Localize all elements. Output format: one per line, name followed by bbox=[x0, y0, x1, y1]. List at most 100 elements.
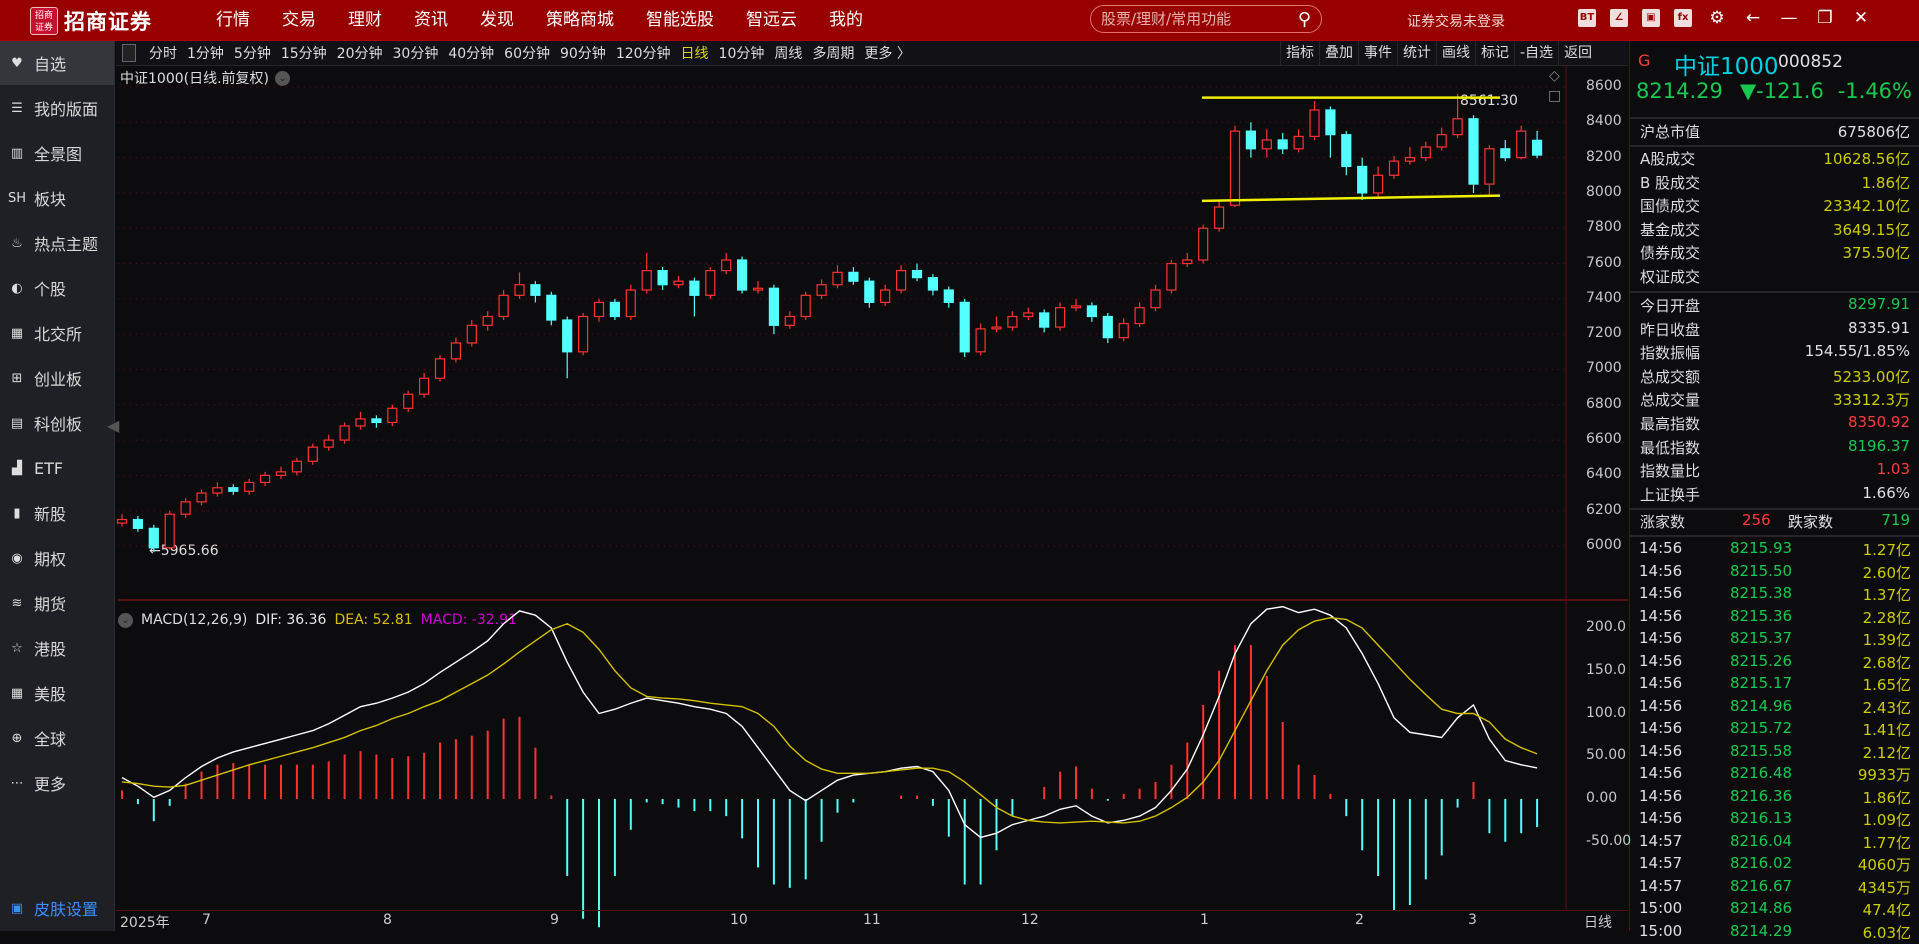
login-status[interactable]: 证券交易未登录 bbox=[1407, 11, 1505, 31]
sidebar-item[interactable]: ♨ 热点主题 bbox=[0, 221, 114, 265]
chart-tool-button[interactable]: 指标 bbox=[1280, 41, 1319, 66]
brand-logo[interactable]: 招商 证券 招商证券 bbox=[30, 6, 152, 36]
nav-item[interactable]: 理财 bbox=[332, 0, 398, 41]
candle-up bbox=[1261, 139, 1272, 150]
down-count: 719 bbox=[1881, 511, 1910, 529]
tick-price: 8216.04 bbox=[1730, 831, 1793, 850]
sidebar-item[interactable]: ☰ 我的版面 bbox=[0, 86, 114, 130]
stat-value: 3649.15亿 bbox=[1832, 220, 1910, 239]
sidebar-item[interactable]: ☆ 港股 bbox=[0, 626, 114, 670]
chevron-down-icon[interactable]: ⌄ bbox=[275, 70, 291, 86]
period-tab[interactable]: 60分钟 bbox=[499, 43, 555, 63]
chart-tool-button[interactable]: 统计 bbox=[1397, 41, 1436, 66]
period-tab[interactable]: 1分钟 bbox=[182, 43, 229, 63]
candle-up bbox=[180, 501, 191, 515]
candle-up bbox=[450, 342, 461, 360]
period-tab[interactable]: 10分钟 bbox=[714, 43, 770, 63]
nav-item[interactable]: 交易 bbox=[266, 0, 332, 41]
chart-tool-button[interactable]: 标记 bbox=[1475, 41, 1514, 66]
stat-value: 23342.10亿 bbox=[1823, 197, 1910, 216]
cube-icon[interactable]: ▣ bbox=[1642, 9, 1660, 27]
sidebar-item[interactable]: ▟ ETF bbox=[0, 446, 114, 490]
back-arrow-icon[interactable]: ← bbox=[1742, 8, 1764, 28]
close-icon[interactable]: ✕ bbox=[1850, 8, 1872, 28]
tick-volume: 1.09亿 bbox=[1862, 811, 1911, 829]
period-tab[interactable]: 周线 bbox=[769, 43, 807, 63]
candle-down bbox=[1531, 139, 1543, 156]
fire-icon: ♨ bbox=[11, 235, 23, 251]
sidebar-item[interactable]: ⋯ 更多 bbox=[0, 761, 114, 805]
nav-item[interactable]: 我的 bbox=[813, 0, 879, 41]
skin-settings-button[interactable]: ▣ 皮肤设置 bbox=[0, 886, 114, 930]
candle-down bbox=[609, 301, 621, 318]
chart-tool-button[interactable]: -自选 bbox=[1514, 41, 1558, 66]
chevron-down-icon[interactable]: ⌄ bbox=[118, 612, 133, 628]
sidebar-item[interactable]: ◐ 个股 bbox=[0, 266, 114, 310]
trade-box-icon[interactable]: BT bbox=[1578, 9, 1596, 27]
square-icon[interactable]: □ bbox=[1548, 88, 1561, 104]
sidebar-item[interactable]: SH 板块 bbox=[0, 176, 114, 220]
sidebar-item[interactable]: ▥ 全景图 bbox=[0, 131, 114, 175]
flag: G bbox=[1638, 51, 1651, 70]
period-tab[interactable]: 90分钟 bbox=[555, 43, 611, 63]
nav-item[interactable]: 发现 bbox=[464, 0, 530, 41]
nav-item[interactable]: 智远云 bbox=[730, 0, 813, 41]
up-count: 256 bbox=[1742, 511, 1771, 529]
period-tab[interactable]: 更多 〉 bbox=[859, 43, 915, 63]
layout-toggle-button[interactable] bbox=[122, 44, 136, 62]
chart-tool-button[interactable]: 事件 bbox=[1358, 41, 1397, 66]
tick-row: 14:56 8215.37 1.39亿 bbox=[1630, 629, 1919, 651]
sidebar-item[interactable]: ▦ 北交所 bbox=[0, 311, 114, 355]
sidebar-item[interactable]: ≋ 期货 bbox=[0, 581, 114, 625]
chinext-icon: ⊞ bbox=[11, 370, 23, 386]
search-box[interactable]: ⚲ bbox=[1090, 5, 1322, 33]
window-controls: BT ∠ ▣ fx ⚙ ← — ❐ ✕ bbox=[1578, 8, 1872, 28]
sidebar-item[interactable]: ▤ 科创板 bbox=[0, 401, 114, 445]
tick-row: 14:56 8215.72 1.41亿 bbox=[1630, 719, 1919, 741]
divider bbox=[1630, 291, 1919, 293]
candle-up bbox=[434, 358, 446, 379]
period-tab[interactable]: 日线 bbox=[676, 43, 714, 63]
search-icon[interactable]: ⚲ bbox=[1298, 9, 1311, 30]
tick-volume: 1.77亿 bbox=[1862, 833, 1911, 852]
chart-tool-button[interactable]: 返回 bbox=[1558, 41, 1597, 66]
edit-box-icon[interactable]: ∠ bbox=[1610, 9, 1628, 27]
tick-time: 14:56 bbox=[1639, 719, 1683, 737]
period-tab[interactable]: 15分钟 bbox=[276, 43, 332, 63]
nav-item[interactable]: 行情 bbox=[200, 0, 266, 41]
candle-down bbox=[736, 259, 748, 291]
diamond-icon[interactable]: ◇ bbox=[1549, 68, 1560, 84]
nav-item[interactable]: 资讯 bbox=[398, 0, 464, 41]
period-tab[interactable]: 分时 bbox=[144, 43, 182, 63]
period-tab[interactable]: 20分钟 bbox=[332, 43, 388, 63]
candle-up bbox=[291, 460, 302, 473]
restore-icon[interactable]: ❐ bbox=[1814, 8, 1836, 28]
period-tab[interactable]: 5分钟 bbox=[229, 43, 276, 63]
sidebar-item[interactable]: ▮ 新股 bbox=[0, 491, 114, 535]
chart-tool-button[interactable]: 画线 bbox=[1436, 41, 1475, 66]
candle-down bbox=[864, 280, 875, 303]
minimize-icon[interactable]: — bbox=[1778, 8, 1800, 28]
price-tick-label: 7600 bbox=[1586, 254, 1622, 271]
sidebar-item[interactable]: ◉ 期权 bbox=[0, 536, 114, 580]
sidebar-item[interactable]: ▦ 美股 bbox=[0, 671, 114, 715]
sidebar-item[interactable]: ⊕ 全球 bbox=[0, 716, 114, 760]
sidebar-item[interactable]: ⊞ 创业板 bbox=[0, 356, 114, 400]
nav-item[interactable]: 策略商城 bbox=[530, 0, 630, 41]
month-label: 8 bbox=[383, 912, 392, 928]
candle-down bbox=[562, 319, 573, 353]
stat-value: 675806亿 bbox=[1837, 123, 1910, 141]
nav-item[interactable]: 智能选股 bbox=[630, 0, 730, 41]
period-tab[interactable]: 多周期 bbox=[807, 43, 859, 63]
period-tab[interactable]: 30分钟 bbox=[388, 43, 444, 63]
tick-volume: 4060万 bbox=[1857, 856, 1911, 874]
sidebar-item[interactable]: ♥ 自选 bbox=[0, 41, 114, 85]
gear-icon[interactable]: ⚙ bbox=[1706, 8, 1728, 28]
candle-up bbox=[1484, 148, 1495, 185]
chart-tool-button[interactable]: 叠加 bbox=[1319, 41, 1358, 66]
period-tab[interactable]: 120分钟 bbox=[611, 43, 676, 63]
period-tab[interactable]: 40分钟 bbox=[443, 43, 499, 63]
fx-box-icon[interactable]: fx bbox=[1674, 9, 1692, 27]
search-input[interactable] bbox=[1101, 10, 1281, 28]
tick-time: 14:57 bbox=[1639, 854, 1683, 872]
